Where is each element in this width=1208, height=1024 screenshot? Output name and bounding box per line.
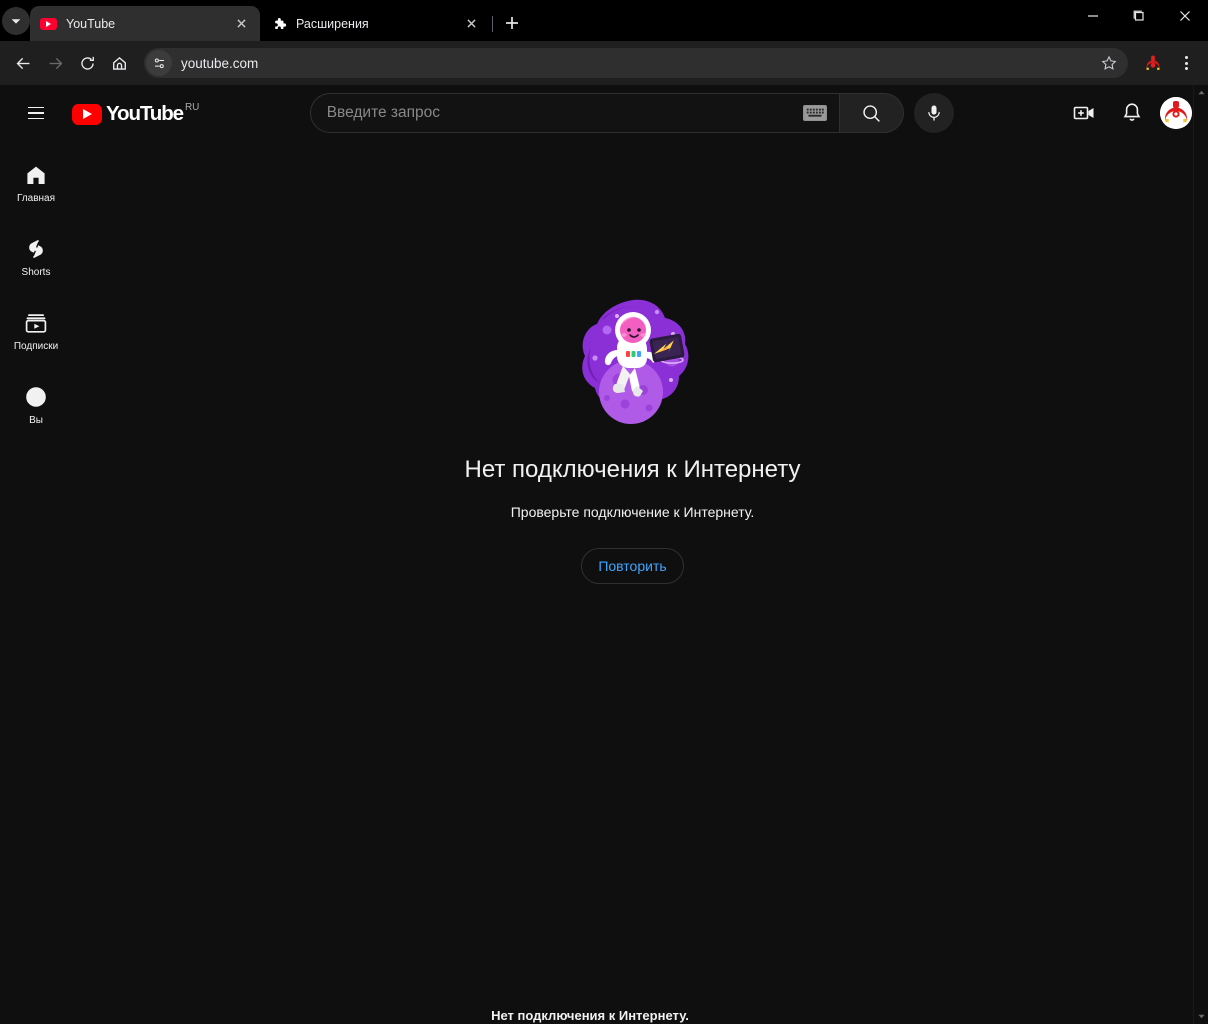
maximize-icon [1133,10,1144,21]
menu-dot [1184,56,1188,59]
notifications-button[interactable] [1112,93,1152,133]
back-arrow-icon [16,57,29,69]
home-icon [112,56,126,70]
youtube-play-icon [72,103,102,125]
search-icon [863,104,880,122]
hamburger-menu-icon[interactable] [16,93,56,133]
tab-close-button[interactable] [233,15,250,32]
error-subtitle: Проверьте подключение к Интернету. [510,504,755,520]
tab-separator [492,16,493,32]
forward-arrow-icon [49,57,62,69]
tab-title: Расширения [296,16,369,31]
sidebar-item-subscriptions[interactable]: Подписки [4,295,68,369]
forward-button[interactable] [40,48,70,78]
back-button[interactable] [8,48,38,78]
page-viewport: YouTube RU Введите запрос Главная Shorts… [0,85,1208,1024]
url-text: youtube.com [181,55,259,71]
close-icon [1180,11,1190,21]
tabstrip: YouTube Расширения [30,0,1070,41]
sidebar-item-label: Подписки [13,341,59,352]
avatar[interactable] [1160,97,1192,129]
search-placeholder: Введите запрос [326,104,441,121]
bookmark-button[interactable] [1096,50,1122,76]
new-tab-button[interactable] [498,9,526,37]
close-icon [237,19,246,28]
youtube-favicon [40,15,57,32]
youtube-mini-sidebar: Главная Shorts Подписки Вы [0,141,72,443]
tab-youtube[interactable]: YouTube [30,6,260,41]
page-title: Нет подключения к Интернету [464,456,801,483]
create-video-icon [1073,106,1094,120]
site-settings-button[interactable] [146,50,172,76]
menu-dot [1184,67,1188,70]
address-bar[interactable]: youtube.com [144,48,1128,78]
site-settings-icon [154,57,164,68]
tab-title: YouTube [66,16,116,31]
microphone-icon [927,105,940,121]
puzzle-piece-icon [270,15,287,32]
retry-button[interactable]: Повторить [581,548,684,584]
browser-profile-button[interactable] [1140,50,1166,76]
sidebar-item-shorts[interactable]: Shorts [4,221,68,295]
maximize-button[interactable] [1116,0,1162,32]
page-scrollbar[interactable] [1193,85,1208,1024]
bell-icon [1123,103,1141,121]
tab-close-button[interactable] [463,15,480,32]
masthead-actions [1064,93,1192,133]
minimize-button[interactable] [1070,0,1116,32]
scroll-down-button[interactable] [1194,1009,1208,1024]
close-icon [467,19,476,28]
browser-window: YouTube Расширения youtube.com YouTube R… [0,0,1208,1024]
star-icon [1101,55,1117,70]
scroll-down-arrow [1198,1014,1205,1019]
sidebar-item-label: Shorts [21,267,51,278]
profile-avatar-icon [1141,51,1165,75]
window-close-button[interactable] [1162,0,1208,32]
plus-icon [506,17,518,29]
create-video-button[interactable] [1064,93,1104,133]
scroll-up-arrow [1198,90,1205,95]
chevron-down-icon [11,19,21,24]
search-area: Введите запрос [309,93,954,133]
youtube-logo-text: YouTube [106,101,184,125]
window-controls [1070,0,1208,41]
sidebar-item-label: Главная [16,193,56,204]
browser-toolbar: youtube.com [0,41,1208,85]
astronaut-on-planet-illustration [581,299,688,424]
youtube-masthead: YouTube RU Введите запрос [0,85,1208,141]
browser-titlebar: YouTube Расширения [0,0,1208,41]
sidebar-item-label: Вы [29,415,43,426]
search-input[interactable]: Введите запрос [309,93,840,133]
sidebar-item-you[interactable]: Вы [4,369,68,443]
minimize-icon [1088,15,1098,17]
you-account-icon [26,387,46,407]
tab-extensions[interactable]: Расширения [260,6,490,41]
keyboard-icon[interactable] [802,105,827,121]
browser-menu-button[interactable] [1172,49,1200,77]
reload-icon [80,56,94,70]
home-icon [27,166,45,184]
offline-error-panel: Нет подключения к Интернету Проверьте по… [72,141,1193,584]
shorts-icon [29,239,43,259]
account-avatar [1160,97,1192,129]
search-button[interactable] [839,93,904,133]
sidebar-item-home[interactable]: Главная [4,147,68,221]
subscriptions-icon [25,314,47,333]
tab-search-button[interactable] [2,7,30,35]
home-button[interactable] [104,48,134,78]
voice-search-button[interactable] [913,93,954,133]
youtube-logo[interactable]: YouTube RU [72,101,199,126]
scroll-up-button[interactable] [1194,85,1208,100]
status-badge: Нет подключения к Интернету. [491,1008,689,1023]
menu-dot [1184,61,1188,65]
youtube-country-code: RU [184,101,200,113]
reload-button[interactable] [72,48,102,78]
